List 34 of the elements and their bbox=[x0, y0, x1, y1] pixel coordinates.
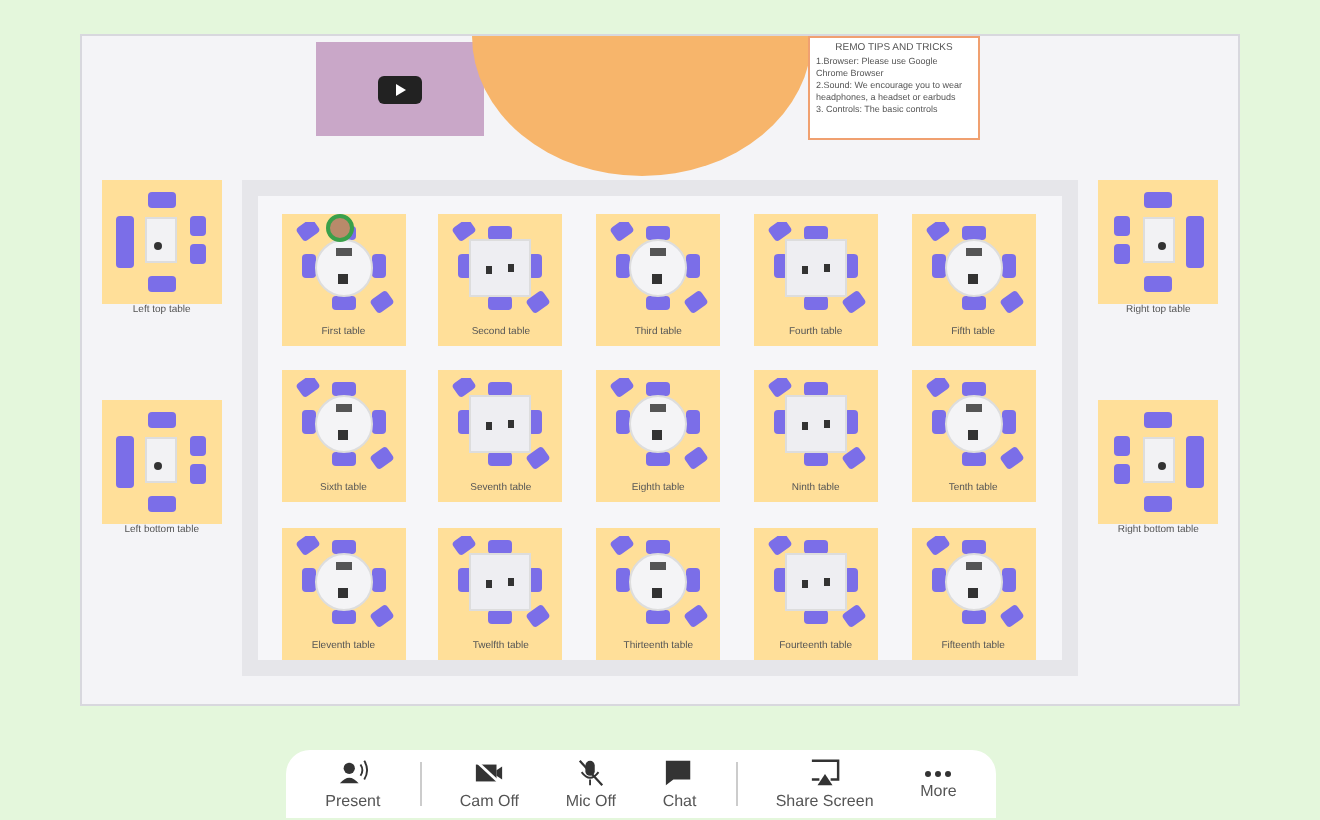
table-drawing bbox=[921, 378, 1026, 471]
avatar[interactable] bbox=[325, 214, 354, 242]
table-drawing bbox=[763, 222, 868, 314]
toolbar-button[interactable]: More bbox=[912, 769, 965, 799]
more-icon bbox=[924, 769, 953, 777]
table-drawing bbox=[291, 535, 396, 628]
table-drawing bbox=[606, 222, 711, 314]
table-drawing bbox=[448, 535, 553, 628]
lounge-card[interactable] bbox=[101, 400, 222, 524]
toolbar-button[interactable]: Cam Off bbox=[451, 758, 527, 810]
table-drawing bbox=[291, 378, 396, 471]
table-drawing bbox=[921, 535, 1026, 628]
toolbar-button[interactable]: Chat bbox=[654, 758, 705, 810]
lounge-card[interactable] bbox=[1098, 400, 1219, 524]
table-drawing bbox=[763, 535, 868, 628]
presenter-icon bbox=[337, 758, 368, 788]
table-drawing bbox=[606, 378, 711, 471]
table-drawing bbox=[921, 222, 1026, 314]
play-icon bbox=[378, 75, 422, 103]
table-drawing bbox=[763, 378, 868, 471]
camera-off-icon bbox=[474, 758, 505, 788]
lounge-card[interactable] bbox=[1098, 180, 1219, 304]
mic-off-icon bbox=[575, 758, 606, 788]
table-drawing bbox=[448, 222, 553, 314]
table-drawing bbox=[606, 535, 711, 628]
table-drawing bbox=[448, 378, 553, 471]
screen-share-icon bbox=[809, 758, 840, 788]
video-thumbnail[interactable] bbox=[316, 42, 484, 136]
toolbar-button[interactable]: Mic Off bbox=[557, 758, 624, 810]
lounge-card[interactable] bbox=[101, 180, 222, 304]
toolbar-button[interactable]: Present bbox=[317, 758, 389, 810]
table-drawing bbox=[291, 222, 396, 314]
toolbar-button[interactable]: Share Screen bbox=[767, 758, 882, 810]
chat-icon bbox=[664, 758, 695, 788]
